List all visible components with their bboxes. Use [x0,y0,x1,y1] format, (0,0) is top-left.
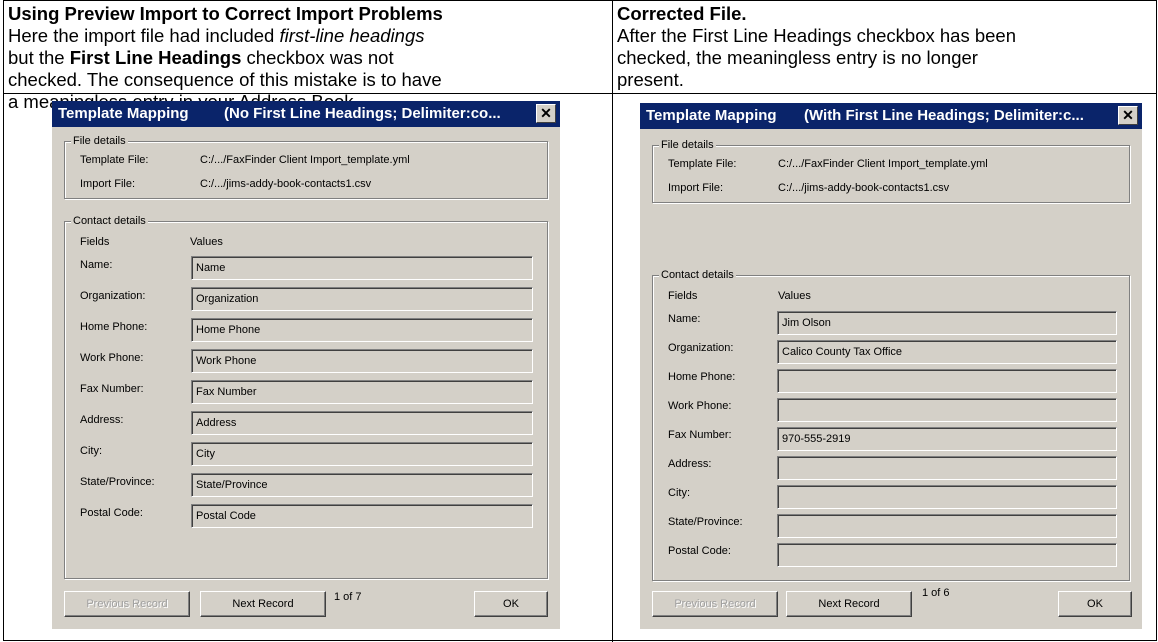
italic-term: first-line headings [279,25,425,46]
previous-record-button[interactable]: Previous Record [64,591,190,617]
field-label: Organization: [80,290,146,302]
column-divider [612,1,613,642]
close-icon[interactable]: ✕ [536,104,556,123]
right-caption-line3: present. [617,69,684,90]
file-details-group: File details Template File: C:/.../FaxFi… [652,139,1130,203]
field-label: Organization: [668,342,734,354]
import-file-value: C:/.../jims-addy-book-contacts1.csv [778,182,950,194]
ok-button[interactable]: OK [1058,591,1132,617]
right-caption-line1: After the First Line Headings checkbox h… [617,25,1017,46]
work-phone-field[interactable]: Work Phone [191,349,533,373]
organization-field[interactable]: Organization [191,287,533,311]
field-label: City: [80,445,102,457]
left-caption-line3: checked. The consequence of this mistake… [8,69,442,90]
fields-header: Fields [668,290,698,302]
name-field[interactable]: Jim Olson [777,311,1117,335]
template-file-label: Template File: [80,154,149,166]
dialog-subtitle: (With First Line Headings; Delimiter:c..… [804,107,1084,124]
bold-term: First Line Headings [69,47,242,68]
next-record-button[interactable]: Next Record [200,591,326,617]
dialog-titlebar: Template Mapping (With First Line Headin… [640,103,1142,129]
template-file-value: C:/.../FaxFinder Client Import_template.… [200,154,410,166]
field-label: Address: [80,414,124,426]
left-caption-line1: Here the import file had included first-… [8,25,425,46]
field-label: State/Province: [668,516,743,528]
left-caption-line2: but the First Line Headings checkbox was… [8,47,394,68]
dialog-subtitle: (No First Line Headings; Delimiter:co... [224,105,501,122]
field-label: City: [668,487,690,499]
left-caption-title: Using Preview Import to Correct Import P… [8,3,443,24]
import-file-label: Import File: [668,182,724,194]
home-phone-field[interactable]: Home Phone [191,318,533,342]
next-record-button[interactable]: Next Record [786,591,912,617]
field-label: Home Phone: [668,371,736,383]
dialog-title: Template Mapping [58,105,189,122]
left-caption: Using Preview Import to Correct Import P… [8,3,608,113]
template-mapping-dialog-right: Template Mapping (With First Line Headin… [640,103,1142,629]
fields-header: Fields [80,236,110,248]
values-header: Values [778,290,811,302]
group-label: File details [659,139,716,151]
field-label: Fax Number: [668,429,732,441]
right-caption-line2: checked, the meaningless entry is no lon… [617,47,978,68]
field-label: Postal Code: [668,545,731,557]
import-file-value: C:/.../jims-addy-book-contacts1.csv [200,178,372,190]
template-file-label: Template File: [668,158,737,170]
postal-code-field[interactable] [777,543,1117,567]
field-label: Name: [80,259,113,271]
record-count: 1 of 6 [922,587,950,599]
contact-details-group: Contact details Fields Values Name: Name… [64,215,548,579]
postal-code-field[interactable]: Postal Code [191,504,533,528]
name-field[interactable]: Name [191,256,533,280]
group-label: Contact details [71,215,148,227]
work-phone-field[interactable] [777,398,1117,422]
close-icon[interactable]: ✕ [1118,106,1138,125]
contact-details-group: Contact details Fields Values Name: Jim … [652,269,1130,581]
field-label: Work Phone: [80,352,144,364]
organization-field[interactable]: Calico County Tax Office [777,340,1117,364]
dialog-titlebar: Template Mapping (No First Line Headings… [52,101,560,127]
group-label: Contact details [659,269,736,281]
dialog-title: Template Mapping [646,107,777,124]
field-label: State/Province: [80,476,155,488]
field-label: Name: [668,313,701,325]
state-province-field[interactable] [777,514,1117,538]
state-province-field[interactable]: State/Province [191,473,533,497]
template-mapping-dialog-left: Template Mapping (No First Line Headings… [52,101,560,629]
address-field[interactable] [777,456,1117,480]
field-label: Work Phone: [668,400,732,412]
right-caption-title: Corrected File. [617,3,747,24]
address-field[interactable]: Address [191,411,533,435]
right-caption: Corrected File. After the First Line Hea… [617,3,1157,91]
fax-number-field[interactable]: 970-555-2919 [777,427,1117,451]
city-field[interactable]: City [191,442,533,466]
file-details-group: File details Template File: C:/.../FaxFi… [64,135,548,199]
field-label: Fax Number: [80,383,144,395]
ok-button[interactable]: OK [474,591,548,617]
home-phone-field[interactable] [777,369,1117,393]
city-field[interactable] [777,485,1117,509]
import-file-label: Import File: [80,178,136,190]
record-count: 1 of 7 [334,591,362,603]
fax-number-field[interactable]: Fax Number [191,380,533,404]
previous-record-button[interactable]: Previous Record [652,591,778,617]
field-label: Address: [668,458,712,470]
group-label: File details [71,135,128,147]
field-label: Postal Code: [80,507,143,519]
template-file-value: C:/.../FaxFinder Client Import_template.… [778,158,988,170]
field-label: Home Phone: [80,321,148,333]
values-header: Values [190,236,223,248]
